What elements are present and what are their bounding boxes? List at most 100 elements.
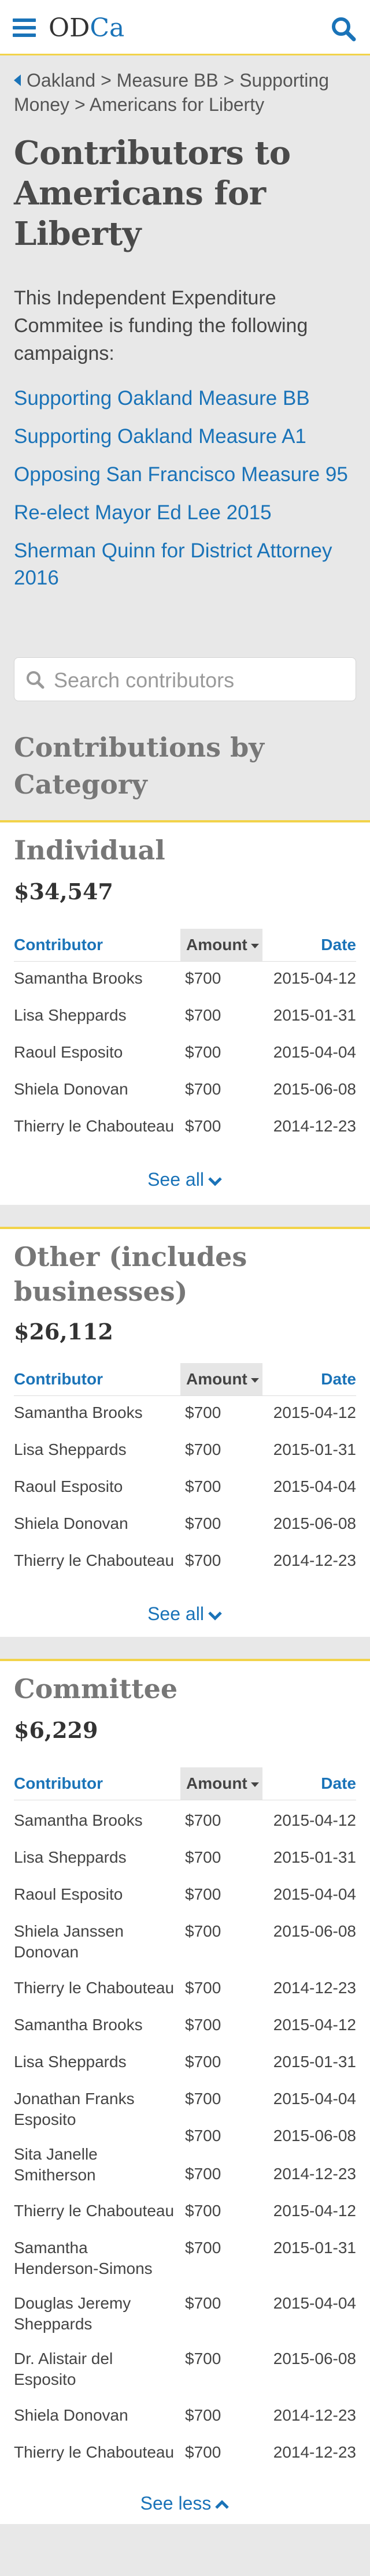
column-header-amount[interactable]: Amount (180, 1767, 262, 1800)
contribution-amount: $700 (185, 2294, 221, 2312)
campaign-link[interactable]: Re-elect Mayor Ed Lee 2015 (14, 499, 355, 526)
contributor-name: Samantha Brooks (14, 1404, 143, 1421)
site-logo[interactable]: ODCa (49, 13, 124, 44)
breadcrumb-separator: > (101, 70, 112, 91)
breadcrumb: Oakland > Measure BB > Supporting Money … (14, 68, 355, 117)
section-total: $6,229 (14, 1717, 98, 1743)
see-all-button[interactable]: See all (0, 1602, 370, 1625)
column-header-amount-label: Amount (186, 1370, 247, 1388)
see-all-label: See all (147, 1169, 204, 1190)
contributor-name: Lisa Sheppards (14, 1006, 127, 1024)
contribution-amount: $700 (185, 2239, 221, 2257)
contribution-date: 2014-12-23 (273, 2165, 356, 2183)
contribution-amount: $700 (185, 2202, 221, 2220)
table-header: Contributor Amount Date (14, 929, 356, 962)
contribution-date: 2015-06-08 (273, 1080, 356, 1098)
chevron-up-icon (215, 2500, 230, 2509)
column-header-amount[interactable]: Amount (180, 929, 262, 961)
contribution-amount: $700 (185, 2350, 221, 2367)
contributor-name: Dr. Alistair del Esposito (14, 2350, 113, 2388)
page-title: Contributors to Americans for Liberty (14, 134, 291, 253)
category-section-committee: Committee $6,229 Contributor Amount Date… (0, 1659, 370, 2524)
search-icon[interactable] (330, 15, 357, 43)
contributor-name: Shiela Janssen Donovan (14, 1922, 124, 1961)
contributor-name: Douglas Jeremy Sheppards (14, 2294, 131, 2333)
column-header-amount-label: Amount (186, 1774, 247, 1792)
contribution-amount: $700 (185, 1811, 221, 1829)
contributor-name: Thierry le Chabouteau (14, 1551, 175, 1569)
contribution-amount: $700 (185, 1043, 221, 1061)
chevron-down-icon (208, 1177, 222, 1186)
contribution-amount: $700 (185, 1404, 221, 1421)
contribution-date: 2015-06-08 (273, 1514, 356, 1532)
see-less-label: See less (140, 2493, 212, 2514)
campaign-link[interactable]: Supporting Oakland Measure BB (14, 385, 355, 412)
contribution-date: 2015-04-04 (273, 1043, 356, 1061)
contributor-name: Shiela Donovan (14, 2406, 128, 2424)
contribution-date: 2015-04-12 (273, 2016, 356, 2034)
contribution-date: 2015-04-04 (273, 1477, 356, 1495)
contributor-name: Samantha Brooks (14, 969, 143, 987)
column-header-contributor[interactable]: Contributor (14, 929, 103, 961)
contribution-amount: $700 (185, 1117, 221, 1135)
section-total: $26,112 (14, 1319, 113, 1345)
search-input[interactable] (53, 666, 344, 695)
contributor-name: Sita Janelle Smitherson (14, 2145, 98, 2184)
column-header-amount[interactable]: Amount (180, 1363, 262, 1395)
campaign-list: Supporting Oakland Measure BB Supporting… (14, 385, 355, 602)
campaign-link[interactable]: Sherman Quinn for District Attorney 2016 (14, 537, 355, 591)
back-arrow-icon[interactable] (14, 75, 21, 86)
breadcrumb-item[interactable]: Americans for Liberty (90, 94, 264, 115)
contributor-name: Raoul Esposito (14, 1885, 123, 1903)
contributor-name: Shiela Donovan (14, 1080, 128, 1098)
table-header: Contributor Amount Date (14, 1363, 356, 1396)
breadcrumb-separator: > (223, 70, 235, 91)
contribution-amount: $700 (185, 2090, 221, 2108)
contributor-name: Thierry le Chabouteau (14, 1979, 175, 1997)
contribution-date: 2014-12-23 (273, 1979, 356, 1997)
contribution-date: 2015-01-31 (273, 1006, 356, 1024)
section-title: Individual (14, 835, 165, 866)
sort-caret-icon (250, 944, 259, 948)
contribution-amount: $700 (185, 1514, 221, 1532)
campaign-link[interactable]: Supporting Oakland Measure A1 (14, 423, 355, 450)
column-header-contributor[interactable]: Contributor (14, 1767, 103, 1800)
contribution-date: 2015-04-12 (273, 1811, 356, 1829)
contribution-date: 2015-04-12 (273, 2202, 356, 2220)
contributor-name: Samantha Brooks (14, 2016, 143, 2034)
breadcrumb-item[interactable]: Oakland (27, 70, 95, 91)
category-section-individual: Individual $34,547 Contributor Amount Da… (0, 820, 370, 1205)
breadcrumb-item[interactable]: Measure BB (117, 70, 219, 91)
section-title: Committee (14, 1673, 178, 1704)
contributor-name: Lisa Sheppards (14, 2053, 127, 2071)
contribution-date: 2014-12-23 (273, 2406, 356, 2424)
contribution-amount: $700 (185, 2127, 221, 2145)
contribution-amount: $700 (185, 1006, 221, 1024)
campaign-link[interactable]: Opposing San Francisco Measure 95 (14, 461, 355, 488)
contribution-amount: $700 (185, 2165, 221, 2183)
contribution-amount: $700 (185, 1848, 221, 1866)
contribution-amount: $700 (185, 2406, 221, 2424)
column-header-date[interactable]: Date (321, 929, 356, 961)
contributor-name: Thierry le Chabouteau (14, 2443, 175, 2461)
column-header-date[interactable]: Date (321, 1767, 356, 1800)
contribution-date: 2015-04-12 (273, 1404, 356, 1421)
contribution-amount: $700 (185, 1979, 221, 1997)
menu-icon[interactable] (13, 18, 36, 37)
contribution-amount: $700 (185, 1477, 221, 1495)
contribution-date: 2014-12-23 (273, 2443, 356, 2461)
see-less-button[interactable]: See less (0, 2492, 370, 2515)
contribution-amount: $700 (185, 2443, 221, 2461)
contributor-name: Lisa Sheppards (14, 1440, 127, 1458)
logo-od: OD (49, 13, 90, 43)
contribution-date: 2015-04-04 (273, 2090, 356, 2108)
contribution-amount: $700 (185, 2053, 221, 2071)
contributor-name: Raoul Esposito (14, 1043, 123, 1061)
contributor-name: Shiela Donovan (14, 1514, 128, 1532)
column-header-date[interactable]: Date (321, 1363, 356, 1395)
contributor-name: Samantha Henderson-Simons (14, 2239, 153, 2277)
contribution-date: 2015-01-31 (273, 2053, 356, 2071)
contribution-date: 2014-12-23 (273, 1117, 356, 1135)
column-header-contributor[interactable]: Contributor (14, 1363, 103, 1395)
see-all-button[interactable]: See all (0, 1168, 370, 1191)
